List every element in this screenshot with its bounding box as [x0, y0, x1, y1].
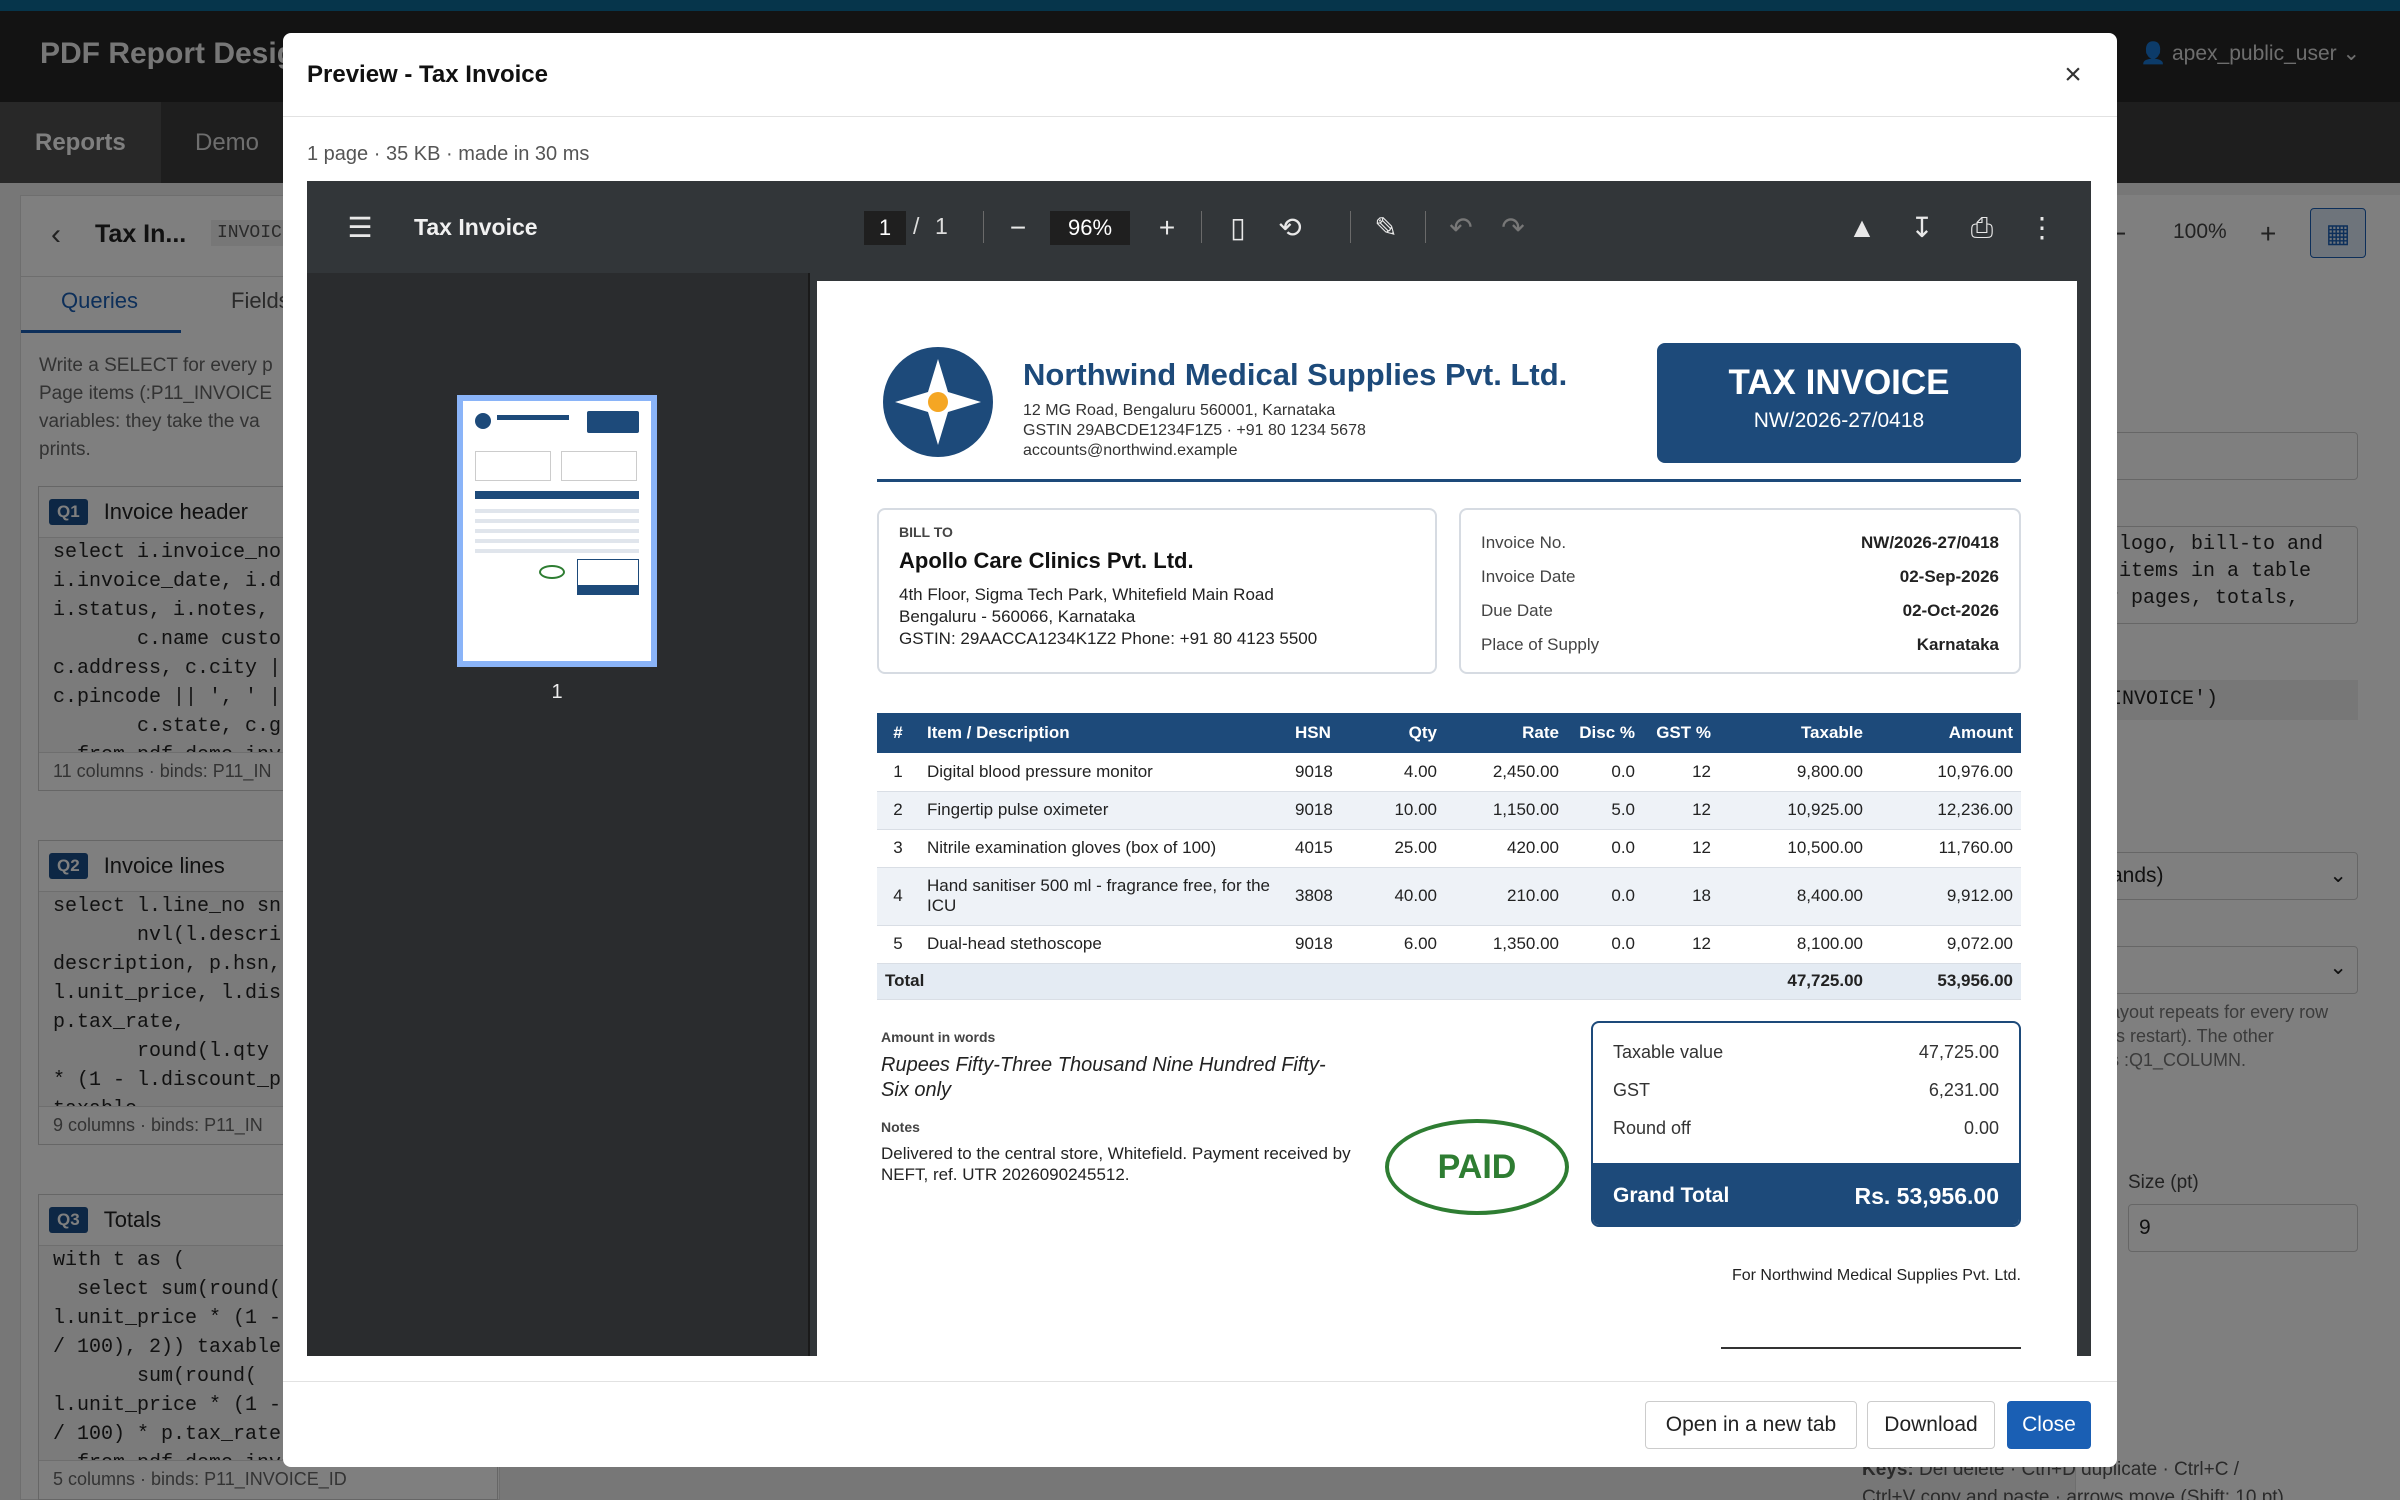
print-icon[interactable]: ⎙: [1965, 211, 1999, 245]
page-number-input[interactable]: 1: [864, 211, 906, 245]
table-total-row: Total 47,725.00 53,956.00: [877, 963, 2021, 1000]
toolbar-separator: [983, 211, 984, 243]
rotate-icon[interactable]: ⟲: [1273, 211, 1307, 245]
dialog-title: Preview - Tax Invoice: [307, 61, 548, 88]
pdf-page: Northwind Medical Supplies Pvt. Ltd. 12 …: [817, 281, 2077, 1356]
amount-in-words: Rupees Fifty-Three Thousand Nine Hundred…: [881, 1054, 1326, 1101]
grand-total-row: Grand Total Rs. 53,956.00: [1593, 1163, 2019, 1225]
page-thumbnail[interactable]: [457, 395, 657, 667]
toolbar-separator: [1201, 211, 1202, 243]
pdf-viewer: ☰ Tax Invoice 1 / 1 − 96% + ▯ ⟲ ✎ ↶ ↷ ▲ …: [307, 181, 2091, 1356]
doc-type: TAX INVOICE: [1728, 363, 1950, 402]
more-options-icon[interactable]: ⋮: [2025, 211, 2059, 245]
notes-text: Delivered to the central store, Whitefie…: [881, 1144, 1351, 1184]
fit-page-icon[interactable]: ▯: [1221, 211, 1255, 245]
zoom-in-icon[interactable]: +: [1150, 211, 1184, 245]
download-icon[interactable]: ↧: [1905, 211, 1939, 245]
undo-icon[interactable]: ↶: [1444, 211, 1478, 245]
preview-dialog: Preview - Tax Invoice × 1 page · 35 KB ·…: [283, 33, 2117, 1467]
page-total: 1: [935, 213, 948, 239]
paid-stamp: PAID: [1385, 1119, 1569, 1215]
company-logo-icon: [883, 347, 993, 457]
thumb-box: [475, 451, 551, 481]
close-icon[interactable]: ×: [2053, 55, 2093, 95]
page-separator: /: [913, 213, 920, 239]
viewer-toolbar: ☰ Tax Invoice 1 / 1 − 96% + ▯ ⟲ ✎ ↶ ↷ ▲ …: [307, 181, 2091, 273]
zoom-out-icon[interactable]: −: [1001, 211, 1035, 245]
open-new-tab-button[interactable]: Open in a new tab: [1645, 1401, 1857, 1449]
thumb-line: [497, 415, 569, 420]
bill-to-label: BILL TO: [899, 524, 953, 540]
thumb-summary: [577, 559, 639, 595]
download-button[interactable]: Download: [1867, 1401, 1995, 1449]
company-details: 12 MG Road, Bengaluru 560001, Karnataka G…: [1023, 402, 1366, 459]
summary-row: Taxable value 47,725.00: [1613, 1041, 1999, 1062]
table-row: 4 Hand sanitiser 500 ml - fragrance free,…: [877, 867, 2021, 926]
drive-save-icon[interactable]: ▲: [1845, 211, 1879, 245]
summary-row: GST 6,231.00: [1613, 1079, 1999, 1100]
toolbar-separator: [1350, 211, 1351, 243]
close-button[interactable]: Close: [2007, 1401, 2091, 1449]
line-items-table: # Item / Description HSN Qty Rate Disc %…: [877, 713, 2021, 1000]
thumb-box: [561, 451, 637, 481]
thumb-logo: [475, 413, 491, 429]
company-name: Northwind Medical Supplies Pvt. Ltd.: [1023, 357, 1568, 392]
customer-name: Apollo Care Clinics Pvt. Ltd.: [899, 548, 1194, 573]
thumb-header-box: [587, 411, 639, 433]
table-row: 3 Nitrile examination gloves (box of 100)…: [877, 829, 2021, 868]
amount-words-label: Amount in words: [881, 1029, 996, 1045]
notes-label: Notes: [881, 1119, 920, 1135]
summary-row: Round off 0.00: [1613, 1117, 1999, 1138]
doc-type-box: TAX INVOICE NW/2026-27/0418: [1657, 343, 2021, 463]
summary-box: Taxable value 47,725.00 GST 6,231.00 Round…: [1591, 1021, 2021, 1227]
toolbar-separator: [1425, 211, 1426, 243]
thumb-table-rows: [475, 503, 639, 553]
redo-icon[interactable]: ↷: [1496, 211, 1530, 245]
signatory-text: For Northwind Medical Supplies Pvt. Ltd.: [1731, 1267, 2021, 1284]
invoice-meta-box: Invoice No. NW/2026-27/0418 Invoice Date 0…: [1459, 508, 2021, 674]
bill-to-box: BILL TO Apollo Care Clinics Pvt. Ltd. 4t…: [877, 508, 1437, 674]
thumb-stamp: [539, 565, 565, 579]
table-row: 1 Digital blood pressure monitor 9018 4.00 2…: [877, 753, 2021, 792]
signature-line: [1721, 1347, 2021, 1349]
table-row: 2 Fingertip pulse oximeter 9018 10.00 1,150.…: [877, 791, 2021, 830]
table-row: 5 Dual-head stethoscope 9018 6.00 1,350.00 0.…: [877, 925, 2021, 964]
invoice-meta-list: Invoice No. NW/2026-27/0418 Invoice Date 0…: [1481, 533, 1999, 654]
zoom-input[interactable]: 96%: [1050, 211, 1130, 245]
annotate-icon[interactable]: ✎: [1369, 211, 1403, 245]
dialog-footer-divider: [283, 1381, 2117, 1382]
table-header: # Item / Description HSN Qty Rate Disc %…: [877, 713, 2021, 753]
thumb-table-head: [475, 491, 639, 499]
header-rule: [877, 479, 2021, 482]
menu-icon[interactable]: ☰: [343, 211, 377, 245]
customer-details: 4th Floor, Sigma Tech Park, Whitefield M…: [899, 585, 1318, 648]
doc-number: NW/2026-27/0418: [1753, 409, 1925, 432]
preview-meta: 1 page · 35 KB · made in 30 ms: [307, 143, 590, 165]
dialog-divider: [283, 116, 2117, 117]
thumbnail-page-number: 1: [551, 681, 563, 703]
viewer-doc-title: Tax Invoice: [414, 214, 538, 240]
